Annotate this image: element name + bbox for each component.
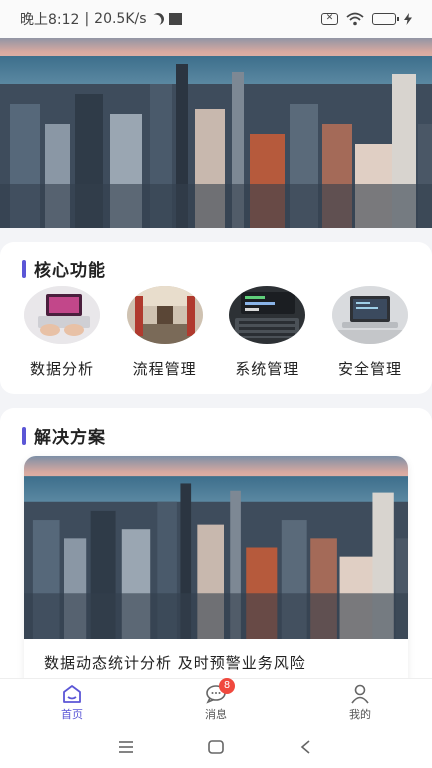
menu-icon[interactable]: [116, 738, 136, 756]
square-icon: [168, 13, 182, 25]
function-grid: 数据分析 流程管理 系统管理 安全管理: [0, 286, 432, 379]
status-time: 晚上8:12: [20, 12, 80, 28]
message-badge: 8: [219, 677, 235, 694]
solution-image: [24, 456, 408, 639]
battery-icon: [372, 13, 399, 25]
solutions-title-text: 解决方案: [34, 428, 106, 448]
status-separator: |: [84, 11, 90, 27]
tab-home[interactable]: 首页: [12, 684, 132, 722]
status-bar: 晚上8:12 | 20.5K/s ✕: [0, 0, 432, 38]
tab-messages[interactable]: 8 消息: [156, 677, 276, 722]
function-label: 安全管理: [337, 360, 402, 378]
city-skyline-photo: [24, 456, 408, 639]
function-item-data-analysis[interactable]: 数据分析: [12, 286, 112, 379]
function-label: 流程管理: [132, 360, 197, 378]
laptop-typing-photo: [24, 286, 100, 344]
home-button-icon[interactable]: [206, 738, 226, 756]
solutions-section: 解决方案 数据动态统计分析 及时预警业务风险: [0, 408, 432, 708]
keyboard-photo: [229, 286, 306, 344]
subway-tunnel-photo: [126, 286, 203, 344]
tab-profile[interactable]: 我的: [300, 684, 420, 722]
function-label: 系统管理: [235, 360, 300, 378]
function-item-process-management[interactable]: 流程管理: [115, 286, 215, 379]
solution-card[interactable]: 数据动态统计分析 及时预警业务风险: [24, 456, 408, 696]
charging-icon: [404, 13, 412, 25]
solution-caption: 数据动态统计分析 及时预警业务风险: [44, 654, 306, 672]
core-functions-title: 核心功能: [22, 256, 106, 281]
moon-icon: [149, 11, 165, 27]
title-accent-bar: [22, 426, 26, 445]
function-item-security-management[interactable]: 安全管理: [320, 286, 420, 379]
city-skyline-photo: [0, 34, 432, 228]
back-icon[interactable]: [296, 738, 316, 756]
sim-x-icon: ✕: [321, 13, 338, 25]
tab-label: 首页: [61, 707, 83, 721]
wifi-icon: [346, 12, 364, 26]
tab-label: 我的: [349, 707, 371, 721]
core-functions-section: 核心功能 数据分析 流程管理 系统管理 安全管理: [0, 242, 432, 394]
network-speed: 20.5K/s: [94, 11, 147, 27]
home-icon: [63, 684, 81, 703]
system-navigation-bar: [0, 726, 432, 768]
status-left: 晚上8:12 | 20.5K/s: [20, 9, 182, 29]
user-icon: [351, 684, 369, 703]
solutions-title: 解决方案: [22, 423, 106, 448]
function-item-system-management[interactable]: 系统管理: [217, 286, 317, 379]
core-functions-title-text: 核心功能: [34, 261, 106, 281]
banner-image[interactable]: [0, 34, 432, 228]
tab-label: 消息: [205, 707, 227, 721]
status-right: ✕: [321, 12, 412, 26]
laptop-desk-photo: [331, 286, 408, 344]
function-label: 数据分析: [29, 360, 94, 378]
bottom-tab-bar: 首页 8 消息 我的: [0, 677, 432, 726]
title-accent-bar: [22, 259, 26, 278]
